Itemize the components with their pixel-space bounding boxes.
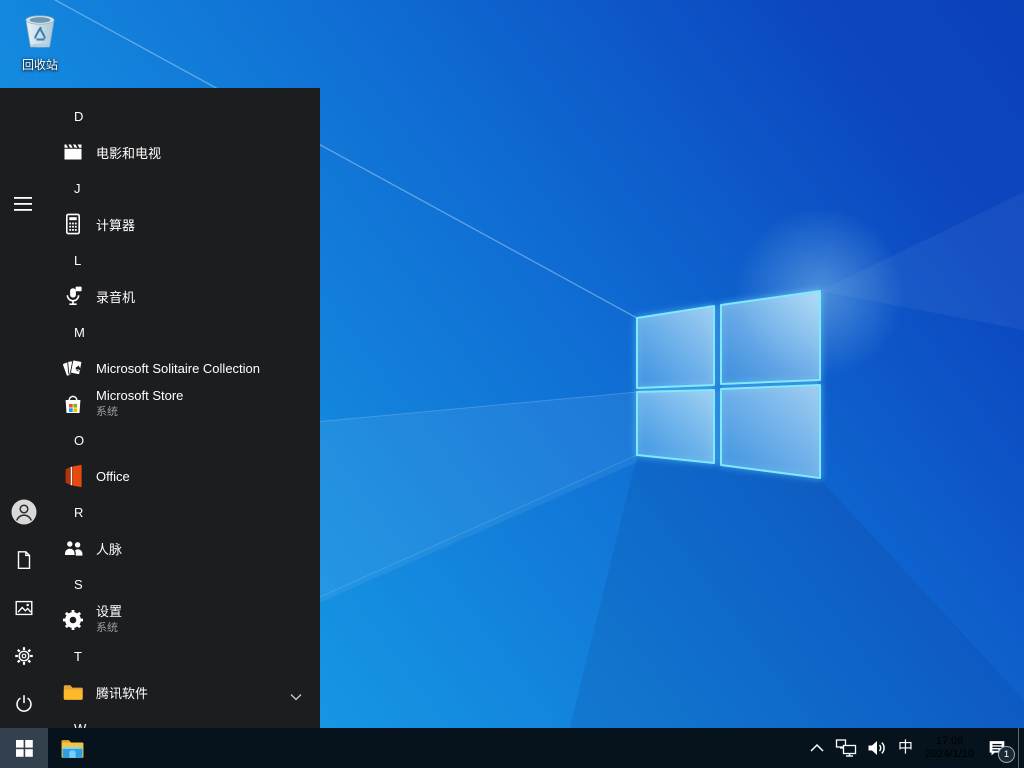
calculator-icon <box>60 211 86 237</box>
app-solitaire[interactable]: ♠ Microsoft Solitaire Collection <box>48 350 320 386</box>
chevron-up-icon[interactable] <box>804 728 830 768</box>
recycle-bin-desktop-icon[interactable]: 回收站 <box>12 8 68 73</box>
show-desktop-button[interactable] <box>1018 728 1024 768</box>
windows-logo-icon <box>15 739 33 757</box>
folder-icon <box>60 679 86 705</box>
app-movies-tv[interactable]: 电影和电视 <box>48 134 320 170</box>
start-menu: D 电影和电视 J 计算器 L 录音机 M ♠ Microsoft Solita… <box>0 88 320 728</box>
pictures-icon[interactable] <box>0 584 48 632</box>
menu-icon[interactable] <box>0 180 48 228</box>
user-avatar[interactable] <box>0 488 48 536</box>
taskbar: 中 17:06 2024/1/10 1 <box>0 728 1024 768</box>
settings-icon[interactable] <box>0 632 48 680</box>
windows-desktop-screen: 回收站 D 电影和电视 J 计算器 L 录音机 M ♠ Microsoft So… <box>0 0 1024 768</box>
office-icon <box>60 463 86 489</box>
power-icon[interactable] <box>0 680 48 728</box>
app-calculator[interactable]: 计算器 <box>48 206 320 242</box>
svg-text:♠: ♠ <box>74 363 82 375</box>
voice-recorder-icon <box>60 283 86 309</box>
chevron-down-icon[interactable] <box>290 688 302 706</box>
file-explorer-icon <box>61 740 83 758</box>
recycle-bin-label: 回收站 <box>21 58 58 72</box>
app-settings[interactable]: 设置 系统 <box>48 602 320 638</box>
section-letter-o[interactable]: O <box>48 422 320 458</box>
app-tencent-folder[interactable]: 腾讯软件 <box>48 674 320 710</box>
taskbar-clock[interactable]: 17:06 2024/1/10 <box>918 735 981 761</box>
solitaire-icon: ♠ <box>60 355 86 381</box>
notification-badge: 1 <box>998 746 1015 763</box>
people-icon <box>60 535 86 561</box>
recycle-bin-icon <box>25 15 55 48</box>
file-explorer-button[interactable] <box>48 728 96 768</box>
speaker-icon[interactable] <box>862 728 893 768</box>
start-menu-rail <box>0 88 48 728</box>
clock-date: 2024/1/10 <box>925 748 974 760</box>
app-sublabel: 系统 <box>96 406 118 418</box>
movies-tv-icon <box>60 139 86 165</box>
section-letter-d[interactable]: D <box>48 98 320 134</box>
action-center-button[interactable]: 1 <box>981 728 1018 768</box>
app-microsoft-store[interactable]: Microsoft Store 系统 <box>48 386 320 422</box>
app-sublabel: 系统 <box>96 622 118 634</box>
section-letter-m[interactable]: M <box>48 314 320 350</box>
section-letter-j[interactable]: J <box>48 170 320 206</box>
start-button[interactable] <box>0 728 48 768</box>
section-letter-r[interactable]: R <box>48 494 320 530</box>
start-menu-app-list: D 电影和电视 J 计算器 L 录音机 M ♠ Microsoft Solita… <box>48 88 320 728</box>
app-office[interactable]: Office <box>48 458 320 494</box>
app-voice-recorder[interactable]: 录音机 <box>48 278 320 314</box>
section-letter-s[interactable]: S <box>48 566 320 602</box>
section-letter-l[interactable]: L <box>48 242 320 278</box>
ethernet-icon[interactable] <box>830 728 862 768</box>
input-method-indicator[interactable]: 中 <box>893 728 918 768</box>
documents-icon[interactable] <box>0 536 48 584</box>
settings-gear-icon <box>60 607 86 633</box>
app-people[interactable]: 人脉 <box>48 530 320 566</box>
section-letter-w[interactable]: W <box>48 710 320 729</box>
clock-time: 17:06 <box>935 735 964 747</box>
system-tray: 中 17:06 2024/1/10 1 <box>804 728 1024 768</box>
section-letter-t[interactable]: T <box>48 638 320 674</box>
microsoft-store-icon <box>60 391 86 417</box>
